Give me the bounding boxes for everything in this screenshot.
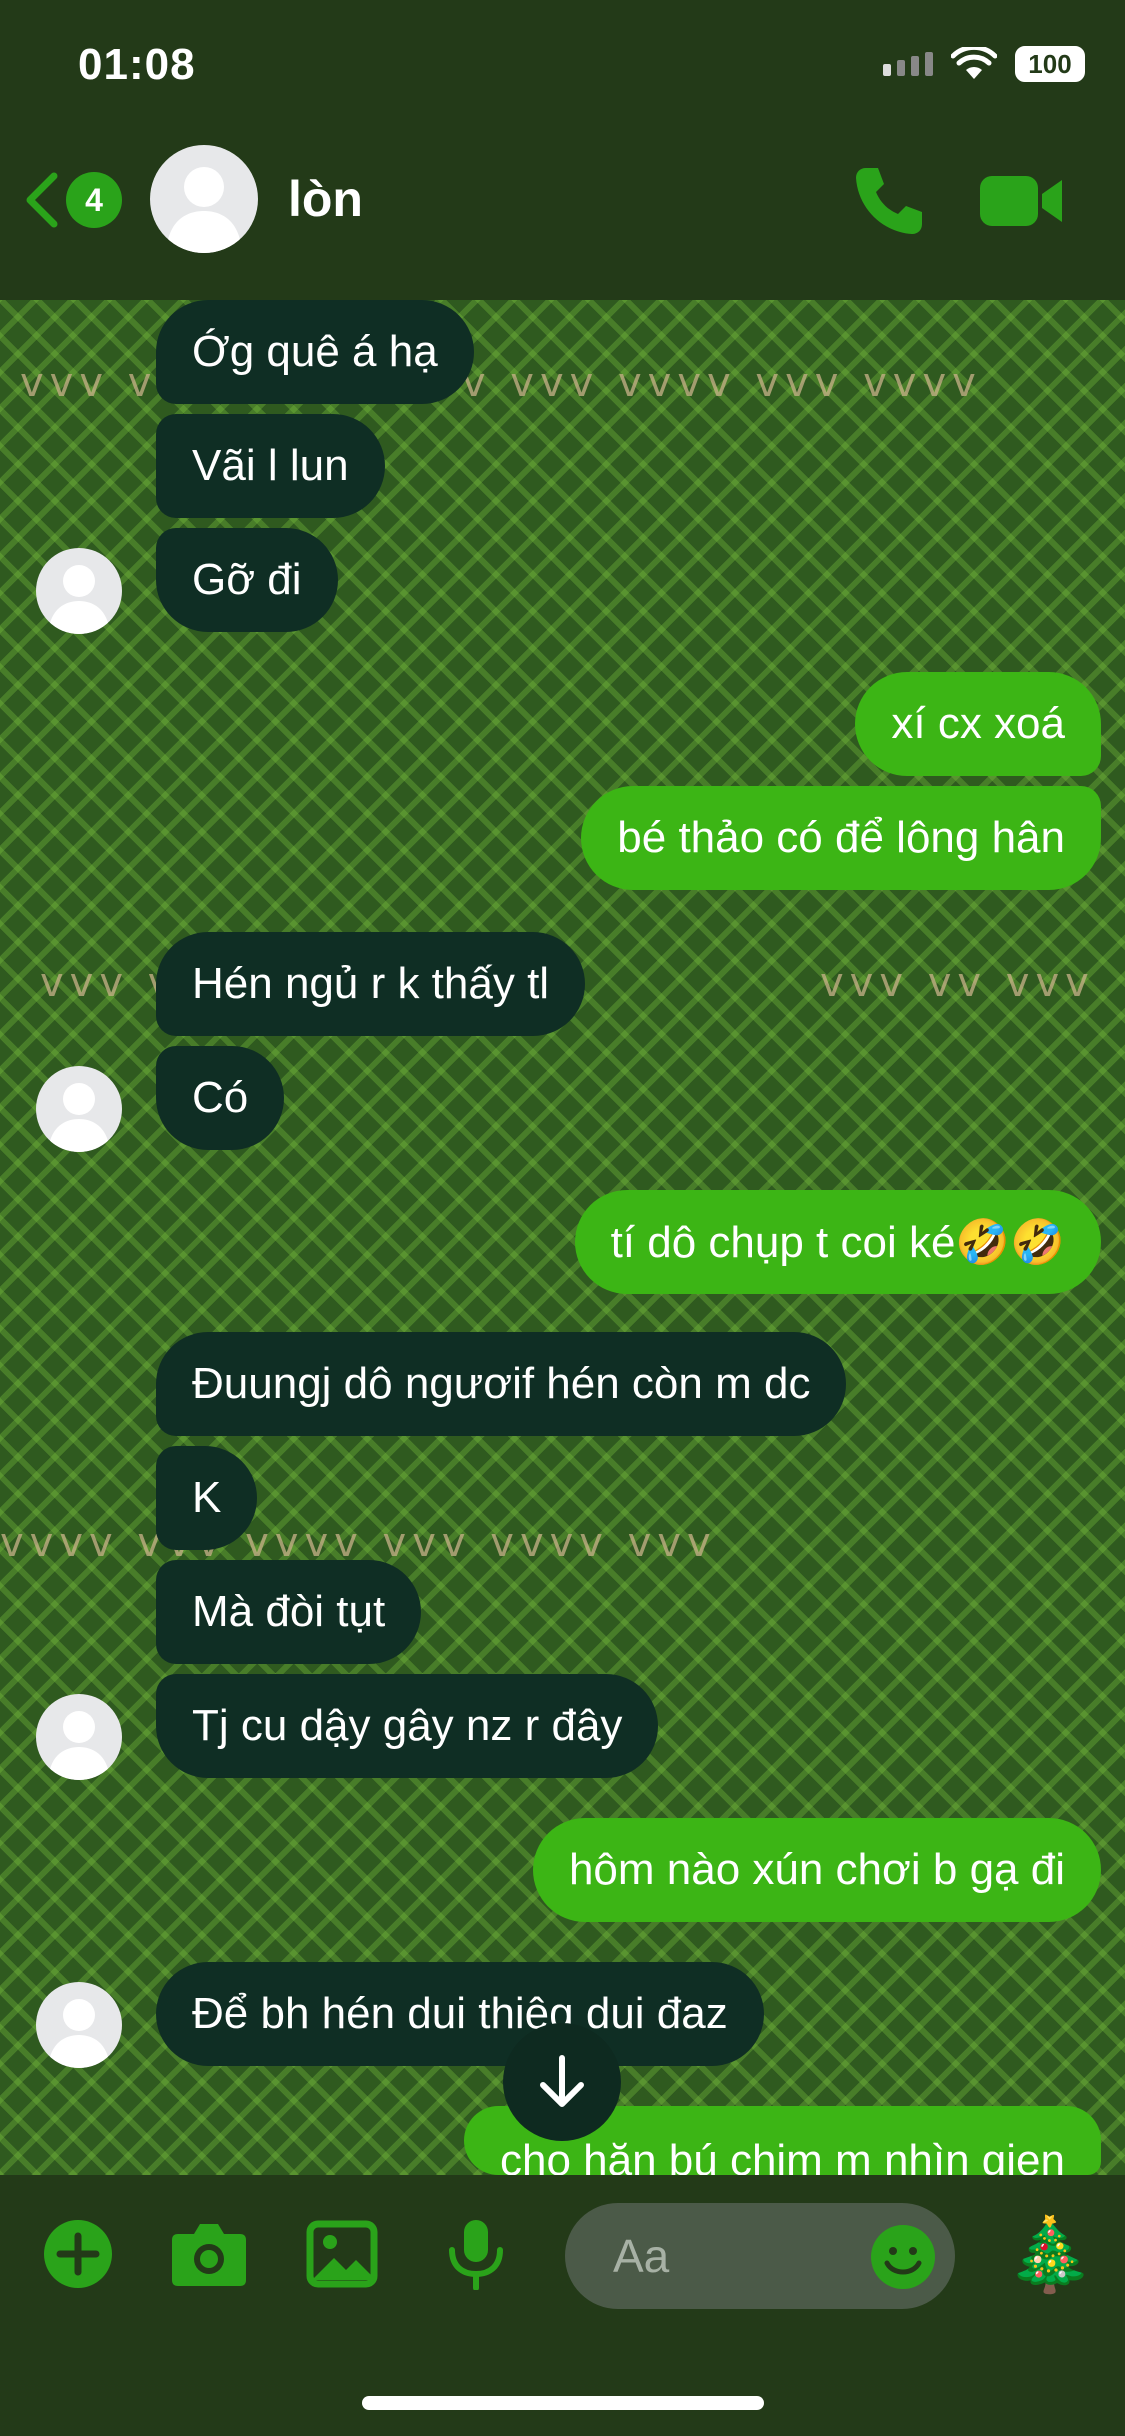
emoji-icon[interactable] xyxy=(869,2223,937,2291)
message-incoming[interactable]: K xyxy=(156,1446,258,1550)
home-indicator xyxy=(362,2396,764,2410)
message-incoming[interactable]: Ớg quê á hạ xyxy=(156,300,474,404)
camera-icon[interactable] xyxy=(170,2218,248,2290)
sender-avatar[interactable] xyxy=(36,548,122,634)
message-input-container[interactable] xyxy=(565,2203,955,2309)
message-incoming[interactable]: Tj cu dậy gây nz r đây xyxy=(156,1674,659,1778)
contact-avatar[interactable] xyxy=(150,145,258,253)
sticker-button[interactable]: 🎄 xyxy=(1005,2212,1095,2297)
sender-avatar[interactable] xyxy=(36,1982,122,2068)
battery-icon: 100 xyxy=(1015,46,1085,82)
message-input[interactable] xyxy=(611,2228,855,2284)
person-silhouette-icon xyxy=(48,565,110,634)
message-outgoing[interactable]: tí dô chụp t coi ké🤣🤣 xyxy=(574,1190,1101,1294)
scroll-to-bottom-button[interactable] xyxy=(503,2023,621,2141)
message-incoming[interactable]: Hén ngủ r k thấy tl xyxy=(156,932,586,1036)
person-silhouette-icon xyxy=(48,1711,110,1780)
person-silhouette-icon xyxy=(48,1999,110,2068)
gallery-icon[interactable] xyxy=(306,2218,378,2290)
contact-name[interactable]: lòn xyxy=(288,170,363,228)
message-incoming[interactable]: Để bh hén dui thiệg dui đaz xyxy=(156,1962,764,2066)
plus-icon[interactable] xyxy=(42,2218,114,2290)
message-incoming[interactable]: Đuungj dô ngươif hén còn m dc xyxy=(156,1332,847,1436)
message-incoming[interactable]: Gỡ đi xyxy=(156,528,338,632)
video-camera-icon[interactable] xyxy=(978,170,1064,232)
phone-icon[interactable] xyxy=(852,162,928,238)
message-incoming[interactable]: Vãi l lun xyxy=(156,414,385,518)
person-silhouette-icon xyxy=(48,1083,110,1152)
wifi-icon xyxy=(951,47,997,79)
message-incoming[interactable]: Có xyxy=(156,1046,285,1150)
knit-pattern: vvv vv vvv xyxy=(820,960,1095,1006)
status-time: 01:08 xyxy=(78,40,196,89)
microphone-icon[interactable] xyxy=(440,2218,512,2290)
unread-badge: 4 xyxy=(66,172,122,228)
message-incoming[interactable]: Mà đòi tụt xyxy=(156,1560,422,1664)
cellular-signal-icon xyxy=(883,52,933,76)
status-indicators: 100 xyxy=(883,46,1085,82)
sender-avatar[interactable] xyxy=(36,1694,122,1780)
message-outgoing[interactable]: hôm nào xún chơi b gạ đi xyxy=(532,1818,1101,1922)
back-button[interactable]: 4 xyxy=(22,165,132,235)
message-outgoing[interactable]: bé thảo có để lông hân xyxy=(581,786,1101,890)
back-chevron-icon xyxy=(26,172,58,228)
message-outgoing[interactable]: xí cx xoá xyxy=(855,672,1101,776)
sender-avatar[interactable] xyxy=(36,1066,122,1152)
person-silhouette-icon xyxy=(166,167,242,253)
arrow-down-icon xyxy=(540,2055,584,2107)
